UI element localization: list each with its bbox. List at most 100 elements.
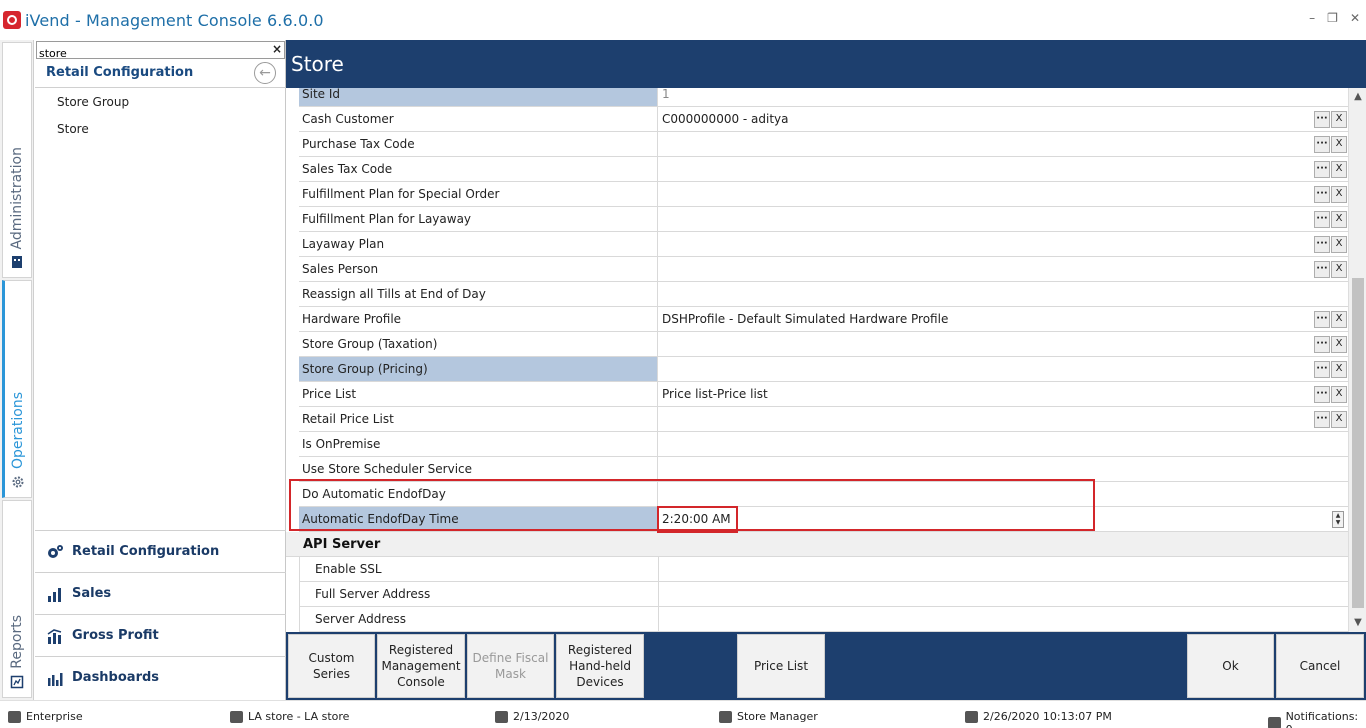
price-list-button[interactable]: Price List [737, 634, 825, 698]
status-notifications[interactable]: Notifications: 0 [1286, 710, 1366, 728]
back-arrow-icon[interactable]: ← [254, 62, 276, 84]
lookup-button[interactable]: ··· [1314, 236, 1330, 253]
tab-reports-label: Reports [9, 615, 25, 669]
custom-series-button[interactable]: Custom Series [288, 634, 375, 698]
property-value[interactable]: ··· X [659, 232, 1348, 256]
search-box: × [36, 41, 285, 62]
property-label[interactable]: Site Id [299, 88, 658, 106]
module-dashboards[interactable]: Dashboards [35, 656, 286, 698]
lookup-button[interactable]: ··· [1314, 336, 1330, 353]
property-value-text: DSHProfile - Default Simulated Hardware … [662, 312, 949, 326]
lookup-button[interactable]: ··· [1314, 211, 1330, 228]
property-label[interactable]: Enable SSL [300, 557, 659, 581]
minimize-icon[interactable]: – [1309, 11, 1315, 25]
vertical-scrollbar[interactable]: ▲ ▼ [1348, 88, 1366, 632]
lookup-button[interactable]: ··· [1314, 386, 1330, 403]
property-label[interactable]: Layaway Plan [299, 232, 658, 256]
clear-button[interactable]: X [1331, 211, 1347, 228]
clear-button[interactable]: X [1331, 111, 1347, 128]
property-value[interactable]: ··· X [659, 132, 1348, 156]
spinner-icon[interactable]: ▲ ▼ [1332, 511, 1344, 528]
property-value[interactable] [659, 457, 1348, 481]
tab-operations[interactable]: Operations [2, 280, 32, 498]
clear-button[interactable]: X [1331, 386, 1347, 403]
tab-reports[interactable]: Reports [2, 500, 32, 698]
administration-icon [12, 256, 22, 268]
property-label[interactable]: Store Group (Pricing) [299, 357, 658, 381]
clear-button[interactable]: X [1331, 411, 1347, 428]
property-label[interactable]: Retail Price List [299, 407, 658, 431]
lookup-button[interactable]: ··· [1314, 161, 1330, 178]
lookup-button[interactable]: ··· [1314, 361, 1330, 378]
module-label: Gross Profit [72, 628, 159, 643]
clear-button[interactable]: X [1331, 336, 1347, 353]
lookup-button[interactable]: ··· [1314, 136, 1330, 153]
scroll-up-icon[interactable]: ▲ [1349, 88, 1366, 106]
tree-item-store-group[interactable]: Store Group [57, 95, 129, 109]
module-sales[interactable]: Sales [35, 572, 286, 614]
tab-administration[interactable]: Administration [2, 42, 32, 278]
property-row: Retail Price List ··· X [299, 407, 1348, 432]
property-value[interactable]: ··· X [659, 157, 1348, 181]
module-retail-configuration[interactable]: Retail Configuration [35, 530, 286, 572]
registered-handheld-devices-button[interactable]: Registered Hand-held Devices [556, 634, 644, 698]
clear-button[interactable]: X [1331, 261, 1347, 278]
property-value[interactable] [660, 582, 1348, 606]
property-label[interactable]: Use Store Scheduler Service [299, 457, 658, 481]
define-fiscal-mask-button[interactable]: Define Fiscal Mask [467, 634, 554, 698]
property-value[interactable]: ··· X [659, 407, 1348, 431]
lookup-button[interactable]: ··· [1314, 111, 1330, 128]
registered-management-console-button[interactable]: Registered Management Console [377, 634, 465, 698]
property-label[interactable]: Store Group (Taxation) [299, 332, 658, 356]
scroll-down-icon[interactable]: ▼ [1349, 614, 1366, 632]
property-label[interactable]: Reassign all Tills at End of Day [299, 282, 658, 306]
scroll-thumb[interactable] [1352, 278, 1364, 608]
clear-button[interactable]: X [1331, 136, 1347, 153]
property-label[interactable]: Hardware Profile [299, 307, 658, 331]
lookup-button[interactable]: ··· [1314, 186, 1330, 203]
property-value[interactable]: C000000000 - aditya ··· X [659, 107, 1348, 131]
property-label[interactable]: Sales Person [299, 257, 658, 281]
clear-button[interactable]: X [1331, 361, 1347, 378]
property-label[interactable]: Is OnPremise [299, 432, 658, 456]
property-value[interactable]: Price list-Price list ··· X [659, 382, 1348, 406]
clear-button[interactable]: X [1331, 236, 1347, 253]
cancel-button[interactable]: Cancel [1276, 634, 1364, 698]
tree-item-store[interactable]: Store [57, 122, 89, 136]
property-value[interactable]: DSHProfile - Default Simulated Hardware … [659, 307, 1348, 331]
property-label[interactable]: Sales Tax Code [299, 157, 658, 181]
property-label[interactable]: Full Server Address [300, 582, 659, 606]
close-icon[interactable]: ✕ [1350, 11, 1360, 25]
restore-icon[interactable]: ❐ [1327, 11, 1338, 25]
property-label[interactable]: Cash Customer [299, 107, 658, 131]
property-value[interactable] [660, 607, 1348, 631]
property-row: Store Group (Pricing) ··· X [299, 357, 1348, 382]
property-value[interactable]: 1 [659, 88, 1348, 106]
clear-button[interactable]: X [1331, 161, 1347, 178]
ok-button[interactable]: Ok [1187, 634, 1274, 698]
property-value[interactable]: ✓ [659, 282, 1348, 306]
clear-button[interactable]: X [1331, 311, 1347, 328]
clear-button[interactable]: X [1331, 186, 1347, 203]
property-row: Sales Person ··· X [299, 257, 1348, 282]
module-gross-profit[interactable]: Gross Profit [35, 614, 286, 656]
tab-operations-label: Operations [10, 392, 26, 469]
property-value[interactable]: ··· X [659, 357, 1348, 381]
lookup-button[interactable]: ··· [1314, 261, 1330, 278]
property-value[interactable]: ··· X [659, 257, 1348, 281]
property-label[interactable]: Fulfillment Plan for Special Order [299, 182, 658, 206]
property-value[interactable]: ··· X [659, 182, 1348, 206]
user-icon [719, 710, 732, 723]
search-clear-button[interactable]: × [272, 42, 282, 56]
app-logo-icon [3, 11, 21, 29]
lookup-button[interactable]: ··· [1314, 411, 1330, 428]
property-label[interactable]: Price List [299, 382, 658, 406]
property-label[interactable]: Server Address [300, 607, 659, 631]
property-value[interactable]: ✓ [659, 432, 1348, 456]
property-value[interactable]: ··· X [659, 332, 1348, 356]
property-value[interactable]: ··· X [659, 207, 1348, 231]
property-label[interactable]: Purchase Tax Code [299, 132, 658, 156]
lookup-button[interactable]: ··· [1314, 311, 1330, 328]
property-label[interactable]: Fulfillment Plan for Layaway [299, 207, 658, 231]
property-value[interactable] [660, 557, 1348, 581]
